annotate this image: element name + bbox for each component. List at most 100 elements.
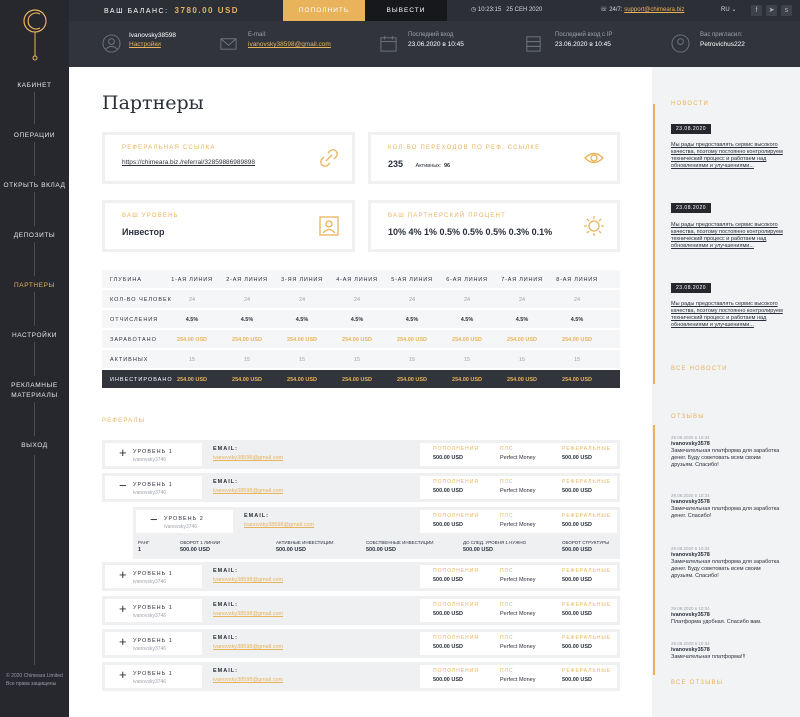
- table-cell: 254.00 USD: [452, 337, 482, 343]
- column-header: 1-АЯ ЛИНИЯ: [171, 277, 213, 283]
- metric-label: СОБСТВЕННЫЕ ИНВЕСТИЦИИ: [366, 540, 434, 545]
- nav-exit[interactable]: ВЫХОД: [0, 440, 69, 451]
- all-reviews-link[interactable]: ВСЕ ОТЗЫВЫ: [671, 680, 723, 686]
- payouts-value: 500.00 USD: [562, 644, 592, 650]
- clicks-label: Кол-во переходов по реф. ссылке: [388, 145, 541, 151]
- table-cell: 4.5%: [515, 317, 529, 323]
- referral-metric: РАНГ 1: [138, 539, 149, 554]
- column-header: 5-АЯ ЛИНИЯ: [391, 277, 433, 283]
- referral-email-link[interactable]: ivanovsky38598@gmail.com: [213, 611, 283, 617]
- topup-button[interactable]: ПОПОЛНИТЬ: [283, 0, 365, 21]
- expand-icon[interactable]: +: [119, 445, 127, 460]
- percent-value: 10% 4% 1% 0.5% 0.5% 0.5% 0.3% 0.1%: [388, 227, 553, 237]
- payouts-value: 500.00 USD: [562, 455, 592, 461]
- referral-level: УРОВЕНЬ 1: [133, 571, 173, 577]
- topup-label: ПОПОЛНЕНИЯ: [433, 479, 479, 485]
- nav-open-deposit[interactable]: ОТКРЫТЬ ВКЛАД: [0, 180, 69, 191]
- referral-email-link[interactable]: ivanovsky38598@gmail.com: [213, 455, 283, 461]
- topup-value: 500.00 USD: [433, 611, 463, 617]
- date-value: 25 СЕН 2020: [506, 7, 543, 13]
- expand-icon[interactable]: +: [119, 634, 127, 649]
- metric-label: ОБОРОТ СТРУКТУРЫ: [562, 540, 610, 545]
- referral-stats: ПОПОЛНЕНИЯ 500.00 USD ПЛС Perfect Money РЕФЕ…: [420, 665, 617, 688]
- payouts-value: 500.00 USD: [562, 488, 592, 494]
- last-ip-label: Последний вход с IP: [555, 32, 613, 38]
- email-link[interactable]: ivanovsky38598@gmail.com: [248, 41, 331, 48]
- referral-metric: ДО СЛЕД. УРОВНЯ 1 НУЖНО 500.00 USD: [463, 539, 526, 554]
- row-label: АКТИВНЫХ: [110, 357, 149, 363]
- topup-label: ПОПОЛНЕНИЯ: [433, 668, 479, 674]
- payment-system-value: Perfect Money: [500, 644, 536, 650]
- skype-icon[interactable]: s: [781, 5, 792, 16]
- referral-row: + УРОВЕНЬ 1 ivanovsky3746 EMAIL: ivanovsky38…: [102, 596, 620, 625]
- review-author: ivanovsky3578: [671, 499, 710, 505]
- table-cell: 15: [243, 357, 251, 363]
- language-select[interactable]: RU ⌄: [721, 0, 736, 21]
- row-label: ИНВЕСТИРОВАНО: [110, 377, 173, 383]
- facebook-icon[interactable]: f: [751, 5, 762, 16]
- table-cell: 254.00 USD: [397, 337, 427, 343]
- news-item[interactable]: Мы рады предоставлять сервис высокого ка…: [671, 142, 783, 170]
- nav-partners[interactable]: ПАРТНЕРЫ: [0, 280, 69, 291]
- expand-icon[interactable]: +: [119, 601, 127, 616]
- all-news-link[interactable]: ВСЕ НОВОСТИ: [671, 366, 728, 372]
- support-email-link[interactable]: support@chimeara.biz: [624, 7, 684, 13]
- referral-username: ivanovsky3746: [133, 579, 167, 585]
- payment-system-value: Perfect Money: [500, 455, 536, 461]
- payouts-label: РЕФЕРАЛЬНЫЕ: [562, 668, 612, 674]
- nav-settings[interactable]: НАСТРОЙКИ: [0, 330, 69, 341]
- table-row-active: АКТИВНЫХ 15 15 15 15 15 15 15 15: [102, 350, 620, 370]
- table-cell: 254.00 USD: [342, 337, 372, 343]
- referral-level-box: + УРОВЕНЬ 1 ivanovsky3746: [105, 599, 202, 622]
- table-cell: 4.5%: [240, 317, 254, 323]
- table-cell: 15: [188, 357, 196, 363]
- nav-operations[interactable]: ОПЕРАЦИИ: [0, 130, 69, 141]
- nav-promo-line2[interactable]: МАТЕРИАЛЫ: [0, 390, 69, 401]
- metric-value: 1: [138, 547, 142, 553]
- referral-email-link[interactable]: ivanovsky38598@gmail.com: [213, 488, 283, 494]
- review-date: 29.08.2020 в 10:34: [671, 493, 710, 498]
- table-cell: 24: [463, 297, 471, 303]
- nav-deposits[interactable]: ДЕПОЗИТЫ: [0, 230, 69, 241]
- referral-email-label: EMAIL:: [213, 668, 238, 674]
- link-icon[interactable]: [318, 147, 340, 169]
- table-cell: 254.00 USD: [562, 377, 592, 383]
- topup-value: 500.00 USD: [433, 577, 463, 583]
- expand-icon[interactable]: +: [119, 567, 127, 582]
- referral-metric: АКТИВНЫЕ ИНВЕСТИЦИИ 500.00 USD: [276, 539, 333, 554]
- nav-cabinet[interactable]: КАБИНЕТ: [0, 80, 69, 91]
- news-date: 23.08.2020: [671, 124, 711, 134]
- ref-link-value[interactable]: https://chimeara.biz./referral/328598869…: [122, 159, 255, 166]
- balance: ВАШ БАЛАНС: 3780.00 USD: [104, 0, 239, 21]
- table-cell: 4.5%: [405, 317, 419, 323]
- table-cell: 4.5%: [295, 317, 309, 323]
- clicks-value: 235 Активных: 96: [388, 159, 450, 169]
- username: Ivanovsky38598: [129, 32, 176, 39]
- table-cell: 15: [573, 357, 581, 363]
- withdraw-button[interactable]: ВЫВЕСТИ: [365, 0, 447, 21]
- collapse-icon[interactable]: −: [119, 478, 127, 493]
- referral-email-link[interactable]: ivanovsky38598@gmail.com: [244, 522, 314, 528]
- collapse-icon[interactable]: −: [150, 512, 158, 527]
- copyright: © 2020 Chimeara Limited: [6, 673, 63, 679]
- referral-email-link[interactable]: ivanovsky38598@gmail.com: [213, 677, 283, 683]
- news-item[interactable]: Мы рады предоставлять сервис высокого ка…: [671, 301, 783, 329]
- referral-email-link[interactable]: ivanovsky38598@gmail.com: [213, 644, 283, 650]
- telegram-icon[interactable]: ➤: [766, 5, 777, 16]
- referral-email-link[interactable]: ivanovsky38598@gmail.com: [213, 577, 283, 583]
- payment-system-label: ПЛС: [500, 446, 514, 452]
- payment-system-label: ПЛС: [500, 668, 514, 674]
- news-item[interactable]: Мы рады предоставлять сервис высокого ка…: [671, 222, 783, 250]
- settings-link[interactable]: Настройки: [129, 41, 161, 48]
- table-cell: 254.00 USD: [232, 377, 262, 383]
- balance-value: 3780.00 USD: [174, 6, 240, 15]
- referral-row-level2: − УРОВЕНЬ 2 ivanovsky3746 EMAIL: ivanovsky38…: [133, 507, 620, 536]
- expand-icon[interactable]: +: [119, 667, 127, 682]
- rights: Все права защищены: [6, 681, 57, 687]
- user-info-bar: Ivanovsky38598 Настройки E-mail: ivanovs…: [69, 21, 800, 67]
- payment-system-label: ПЛС: [500, 602, 514, 608]
- payment-system-value: Perfect Money: [500, 677, 536, 683]
- review-item: 29.08.2020 в 10:34 ivanovsky3578 Замечател…: [671, 434, 783, 469]
- row-label: ОТЧИСЛЕНИЯ: [110, 317, 159, 323]
- sidebar: КАБИНЕТ ОПЕРАЦИИ ОТКРЫТЬ ВКЛАД ДЕПОЗИТЫ …: [0, 0, 69, 717]
